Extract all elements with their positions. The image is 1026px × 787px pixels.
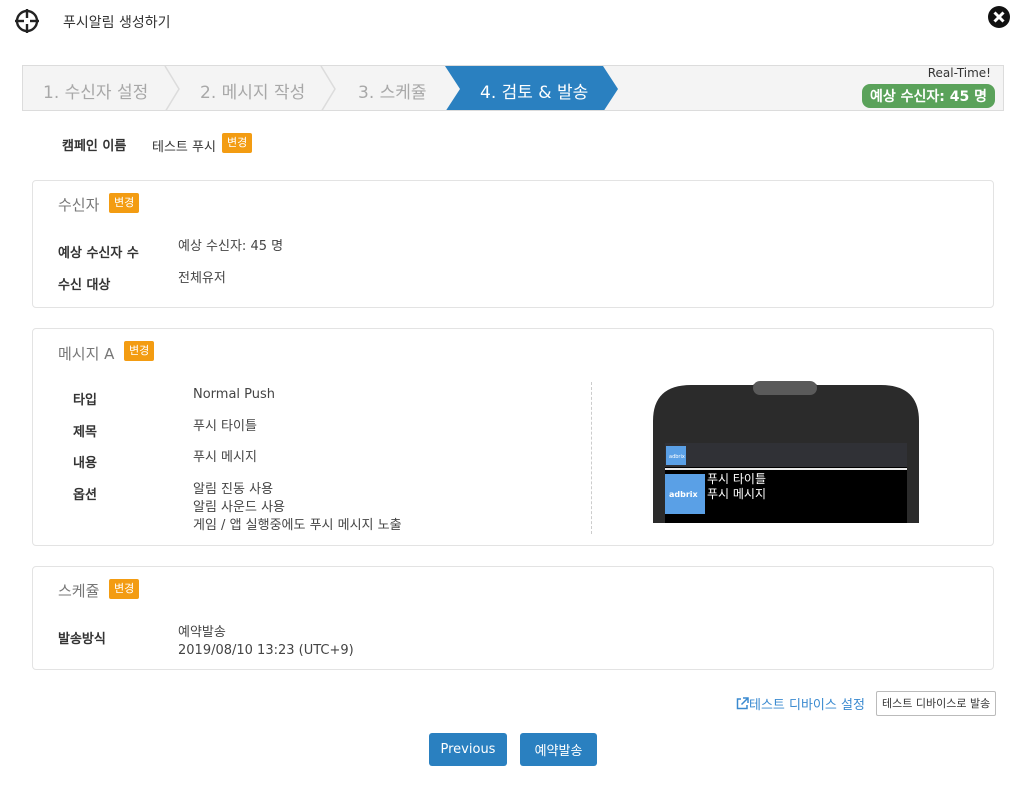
- modal-header: 푸시알림 생성하기: [0, 0, 1026, 42]
- content-value: 푸시 메시지: [193, 450, 257, 465]
- expected-recipients-value: 예상 수신자: 45 명: [178, 239, 284, 254]
- send-method-value: 예약발송: [178, 625, 226, 640]
- schedule-edit-button[interactable]: 변경: [109, 579, 140, 599]
- schedule-send-button[interactable]: 예약발송: [520, 733, 597, 766]
- test-device-settings-link[interactable]: 테스트 디바이스 설정: [736, 694, 865, 713]
- subject-label: 제목: [73, 425, 97, 440]
- option-foreground: 게임 / 앱 실행중에도 푸시 메시지 노출: [193, 518, 402, 533]
- schedule-panel: 스케쥴 변경 발송방식 예약발송 2019/08/10 13:23 (UTC+9…: [32, 566, 994, 670]
- step-wizard: 1. 수신자 설정 2. 메시지 작성 3. 스케쥴 4. 검토 & 발송 Re…: [22, 65, 1004, 111]
- step-2-message[interactable]: 2. 메시지 작성: [200, 78, 305, 103]
- campaign-name-value: 테스트 푸시: [152, 140, 216, 155]
- estimate-badge: 예상 수신자: 45 명: [862, 84, 995, 108]
- crosshair-icon: [15, 9, 39, 33]
- message-title: 메시지 A: [58, 345, 115, 363]
- step-3-schedule[interactable]: 3. 스케쥴: [358, 78, 427, 103]
- content-label: 내용: [73, 456, 97, 471]
- message-panel: 메시지 A 변경 타입 Normal Push 제목 푸시 타이틀 내용 푸시 …: [32, 328, 994, 546]
- expected-recipients-label: 예상 수신자 수: [58, 246, 139, 261]
- preview-small-brand: adbrix: [669, 454, 685, 460]
- modal-title: 푸시알림 생성하기: [63, 15, 171, 31]
- target-label: 수신 대상: [58, 278, 111, 293]
- send-method-label: 발송방식: [58, 632, 106, 647]
- close-icon[interactable]: [987, 5, 1011, 29]
- phone-preview: adbrix adbrix 푸시 타이틀 푸시 메시지: [653, 381, 919, 523]
- schedule-title: 스케쥴: [58, 582, 100, 600]
- type-label: 타입: [73, 393, 97, 408]
- subject-value: 푸시 타이틀: [193, 419, 257, 434]
- recipients-edit-button[interactable]: 변경: [109, 193, 140, 213]
- option-vibration: 알림 진동 사용: [193, 482, 274, 497]
- realtime-label: Real-Time!: [927, 66, 991, 80]
- send-to-test-device-button[interactable]: 테스트 디바이스로 발송: [876, 691, 997, 716]
- external-link-icon: [736, 697, 749, 710]
- previous-button[interactable]: Previous: [429, 733, 507, 766]
- send-datetime: 2019/08/10 13:23 (UTC+9): [178, 643, 354, 658]
- preview-body: 푸시 메시지: [707, 487, 766, 501]
- campaign-name-label: 캠페인 이름: [62, 139, 127, 154]
- step-4-review-send[interactable]: 4. 검토 & 발송: [480, 78, 588, 103]
- campaign-edit-button[interactable]: 변경: [222, 133, 253, 153]
- step-1-recipients[interactable]: 1. 수신자 설정: [43, 78, 148, 103]
- preview-title: 푸시 타이틀: [707, 472, 766, 486]
- message-edit-button[interactable]: 변경: [124, 341, 155, 361]
- option-sound: 알림 사운드 사용: [193, 500, 285, 515]
- type-value: Normal Push: [193, 387, 276, 402]
- preview-logo-text: adbrix: [669, 490, 699, 499]
- recipients-title: 수신자: [58, 196, 100, 214]
- recipients-panel: 수신자 변경 예상 수신자 수 예상 수신자: 45 명 수신 대상 전체유저: [32, 180, 994, 308]
- target-value: 전체유저: [178, 271, 226, 286]
- options-label: 옵션: [73, 488, 97, 503]
- divider: [591, 382, 592, 534]
- test-device-settings-label: 테스트 디바이스 설정: [749, 698, 865, 713]
